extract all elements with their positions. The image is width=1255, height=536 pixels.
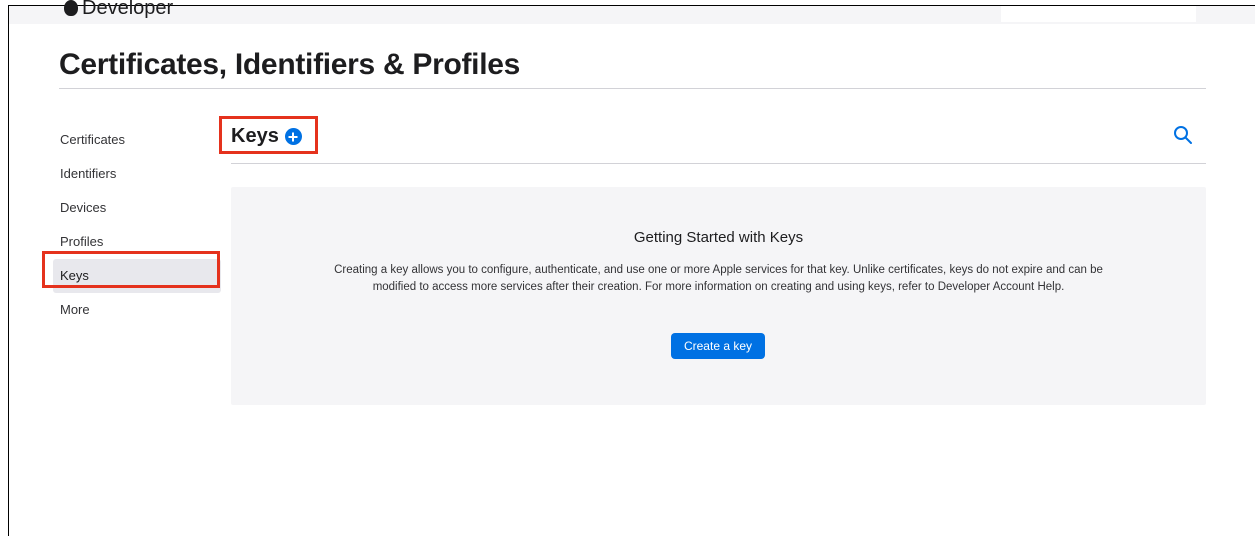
section-header: Keys [231, 125, 302, 148]
app-frame: Developer Certificates, Identifiers & Pr… [8, 0, 1255, 536]
apple-logo-icon [64, 0, 78, 16]
create-key-button[interactable]: Create a key [671, 333, 765, 359]
sidebar-item-profiles[interactable]: Profiles [53, 225, 221, 259]
panel-title: Getting Started with Keys [633, 229, 804, 246]
sidebar-item-certificates[interactable]: Certificates [53, 123, 221, 157]
sidebar-item-more[interactable]: More [53, 293, 221, 327]
title-divider [59, 88, 1206, 89]
sidebar: Certificates Identifiers Devices Profile… [53, 123, 221, 327]
plus-circle-icon[interactable] [284, 128, 302, 145]
brand-label: Developer [82, 0, 174, 19]
section-divider [231, 163, 1206, 164]
section-title: Keys [231, 125, 279, 147]
sidebar-item-devices[interactable]: Devices [53, 191, 221, 225]
panel-description: Creating a key allows you to configure, … [334, 264, 1103, 293]
developer-brand[interactable]: Developer [64, 0, 173, 20]
search-icon[interactable] [1173, 125, 1193, 145]
page-title: Certificates, Identifiers & Profiles [59, 48, 521, 81]
global-nav: Developer [9, 0, 1255, 24]
getting-started-panel: Getting Started with Keys Creating a key… [231, 187, 1206, 405]
global-search-field[interactable] [1001, 6, 1196, 22]
sidebar-item-identifiers[interactable]: Identifiers [53, 157, 221, 191]
sidebar-item-keys[interactable]: Keys [53, 259, 221, 293]
